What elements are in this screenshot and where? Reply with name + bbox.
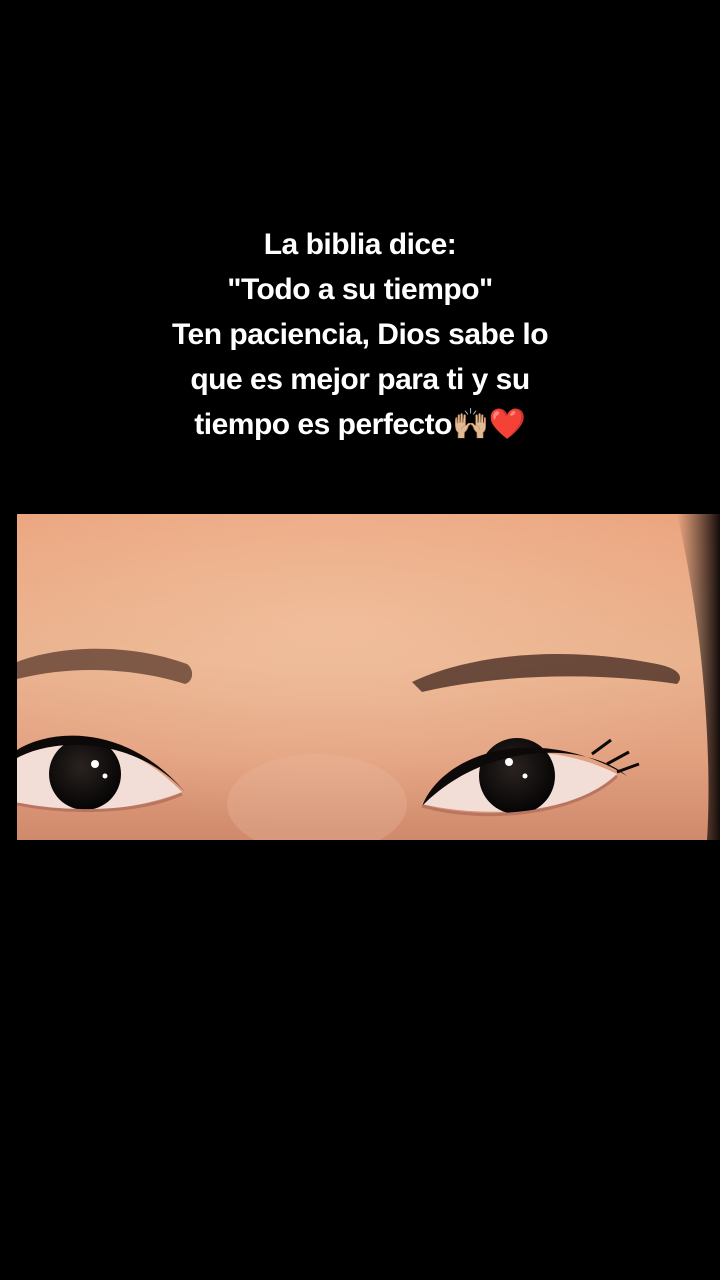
caption-text: La biblia dice: "Todo a su tiempo" Ten p… [0,222,720,447]
caption-line-1: La biblia dice: [263,228,457,261]
caption-line-3: Ten paciencia, Dios sabe lo [171,318,549,351]
caption-line-2: "Todo a su tiempo" [227,273,493,306]
caption-line-5: tiempo es perfecto🙌🏼❤️ [194,408,526,441]
caption-line-4: que es mejor para ti y su [190,363,530,396]
eyes-photo [17,514,720,840]
